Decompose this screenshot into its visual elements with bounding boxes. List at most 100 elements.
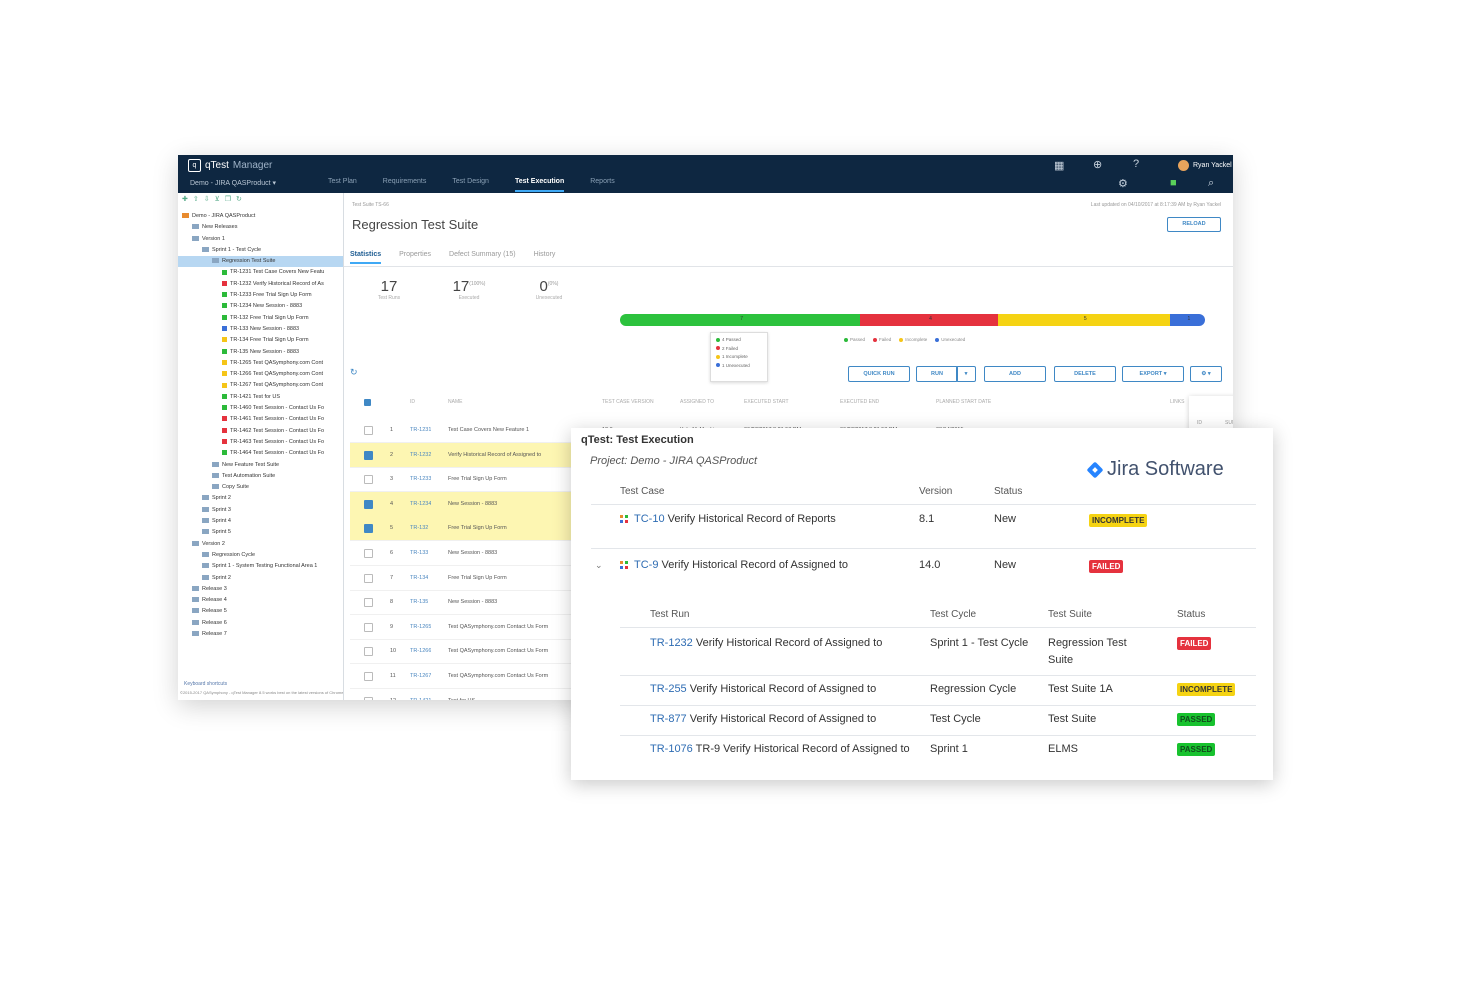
notification-icon[interactable]: ■	[1170, 177, 1177, 189]
test-cycle-link[interactable]: Sprint 1 - Test Cycle	[930, 635, 1030, 652]
tree-node[interactable]: Regression Test Suite	[178, 256, 343, 268]
tree-node[interactable]: Demo - JIRA QASProduct	[178, 211, 343, 222]
test-run-id-link[interactable]: TR-1076	[650, 743, 693, 755]
tree-node[interactable]: Sprint 1 - System Testing Functional Are…	[178, 561, 343, 572]
row-checkbox[interactable]	[364, 475, 373, 485]
column-header[interactable]: NAME	[448, 399, 462, 405]
column-header[interactable]: EXECUTED START	[744, 399, 789, 405]
toolbar-button-5[interactable]: EXPORT ▾	[1122, 366, 1184, 382]
row-id-link[interactable]: TR-132	[410, 525, 428, 531]
row-id-link[interactable]: TR-1231	[410, 427, 431, 433]
nav-item-test-design[interactable]: Test Design	[452, 178, 489, 192]
user-menu[interactable]: Ryan Yackel	[1178, 160, 1232, 171]
move-up-icon[interactable]: ⇧	[193, 195, 199, 209]
row-checkbox[interactable]	[364, 450, 373, 460]
toolbar-button-6[interactable]: ⚙ ▾	[1190, 366, 1222, 382]
toolbar-button-1[interactable]: RUN	[916, 366, 958, 382]
refresh-icon[interactable]: ↻	[236, 195, 242, 209]
row-id-link[interactable]: TR-1267	[410, 673, 431, 679]
status-distribution-bar[interactable]: 7 4 5 1	[620, 314, 1205, 326]
tree-node[interactable]: Release 3	[178, 584, 343, 595]
tab-defect-summary[interactable]: Defect Summary (15)	[449, 251, 516, 264]
keyboard-shortcuts-link[interactable]: Keyboard shortcuts	[178, 678, 343, 690]
select-all-checkbox[interactable]	[364, 399, 371, 406]
status-bar-segment[interactable]: 7	[620, 314, 861, 326]
tree-node[interactable]: Copy Suite	[178, 482, 343, 493]
tree-node[interactable]: TR-1233 Free Trial Sign Up Form	[178, 290, 343, 301]
nav-item-reports[interactable]: Reports	[590, 178, 615, 192]
row-id-link[interactable]: TR-134	[410, 575, 428, 581]
test-case-id-link[interactable]: TC-10	[634, 513, 665, 525]
help-icon[interactable]: ?	[1133, 158, 1139, 170]
tree-node[interactable]: TR-1460 Test Session - Contact Us Fo	[178, 403, 343, 414]
tree-node[interactable]: TR-1464 Test Session - Contact Us Fo	[178, 448, 343, 459]
row-id-link[interactable]: TR-1233	[410, 476, 431, 482]
download-icon[interactable]: ⊕	[1093, 158, 1102, 171]
copy-icon[interactable]: ❐	[225, 195, 231, 209]
row-checkbox[interactable]	[364, 499, 373, 509]
row-checkbox[interactable]	[364, 622, 373, 632]
tree-node[interactable]: TR-132 Free Trial Sign Up Form	[178, 313, 343, 324]
project-selector[interactable]: Demo - JIRA QASProduct ▾	[190, 179, 276, 187]
row-id-link[interactable]: TR-1232	[410, 452, 431, 458]
toolbar-button-4[interactable]: DELETE	[1054, 366, 1116, 382]
tree-node[interactable]: TR-135 New Session - 8883	[178, 347, 343, 358]
move-down-icon[interactable]: ⇩	[204, 195, 210, 209]
tree-node[interactable]: Release 4	[178, 595, 343, 606]
tree-node[interactable]: TR-1266 Test QASymphony.com Cont	[178, 369, 343, 380]
tree-node[interactable]: TR-1265 Test QASymphony.com Cont	[178, 358, 343, 369]
tree-node[interactable]: TR-1461 Test Session - Contact Us Fo	[178, 414, 343, 425]
tree-node[interactable]: Release 6	[178, 618, 343, 629]
tab-statistics[interactable]: Statistics	[350, 251, 382, 264]
column-header[interactable]: TEST CASE VERSION	[602, 399, 654, 405]
row-id-link[interactable]: TR-1421	[410, 698, 431, 700]
nav-item-requirements[interactable]: Requirements	[383, 178, 427, 192]
test-run-id-link[interactable]: TR-1232	[650, 637, 693, 649]
chevron-down-icon[interactable]: ⌄	[595, 560, 603, 571]
nav-item-test-plan[interactable]: Test Plan	[328, 178, 357, 192]
column-header[interactable]: ID	[410, 399, 415, 405]
column-header[interactable]: ASSIGNED TO	[680, 399, 714, 405]
tree-node[interactable]: Test Automation Suite	[178, 471, 343, 482]
tree-node[interactable]: TR-134 Free Trial Sign Up Form	[178, 335, 343, 346]
tree-node[interactable]: Version 2	[178, 539, 343, 550]
tree-node[interactable]: TR-1463 Test Session - Contact Us Fo	[178, 437, 343, 448]
tab-properties[interactable]: Properties	[399, 251, 431, 264]
test-suite-link[interactable]: Test Suite 1A	[1048, 681, 1148, 698]
filter-icon[interactable]: ⊻	[215, 195, 220, 209]
gear-icon[interactable]: ⚙	[1118, 177, 1128, 190]
row-id-link[interactable]: TR-135	[410, 599, 428, 605]
tree-node[interactable]: TR-1267 Test QASymphony.com Cont	[178, 380, 343, 391]
status-bar-segment[interactable]: 1	[1169, 314, 1205, 326]
test-suite-link[interactable]: Test Suite	[1048, 711, 1148, 728]
tree-node[interactable]: TR-1421 Test for US	[178, 392, 343, 403]
row-checkbox[interactable]	[364, 672, 373, 681]
tree-node[interactable]: Regression Cycle	[178, 550, 343, 561]
tree-node[interactable]: Sprint 2	[178, 573, 343, 584]
test-cycle-link[interactable]: Sprint 1	[930, 741, 1030, 758]
new-icon[interactable]: ✚	[182, 195, 188, 209]
test-case-id-link[interactable]: TC-9	[634, 559, 658, 571]
reload-button[interactable]: RELOAD	[1167, 217, 1221, 232]
toolbar-button-0[interactable]: QUICK RUN	[848, 366, 910, 382]
tab-history[interactable]: History	[534, 251, 556, 264]
toolbar-button-2[interactable]: ▾	[956, 366, 976, 382]
tree-node[interactable]: Sprint 2	[178, 493, 343, 504]
tree-node[interactable]: TR-1231 Test Case Covers New Featu	[178, 267, 343, 278]
apps-grid-icon[interactable]: ▦	[1054, 159, 1064, 172]
tree-node[interactable]: TR-1462 Test Session - Contact Us Fo	[178, 426, 343, 437]
status-bar-segment[interactable]: 5	[997, 314, 1170, 326]
tree-node[interactable]: TR-133 New Session - 8883	[178, 324, 343, 335]
test-run-id-link[interactable]: TR-877	[650, 713, 687, 725]
row-id-link[interactable]: TR-133	[410, 550, 428, 556]
test-suite-link[interactable]: ELMS	[1048, 741, 1148, 758]
row-checkbox[interactable]	[364, 696, 373, 700]
row-id-link[interactable]: TR-1234	[410, 501, 431, 507]
tree-node[interactable]: TR-1234 New Session - 8883	[178, 301, 343, 312]
column-header[interactable]: LINKS	[1170, 399, 1184, 405]
status-bar-segment[interactable]: 4	[860, 314, 998, 326]
row-checkbox[interactable]	[364, 573, 373, 583]
test-suite-link[interactable]: Regression Test Suite	[1048, 635, 1148, 669]
row-checkbox[interactable]	[364, 524, 373, 534]
search-icon[interactable]: ⌕	[1208, 177, 1214, 190]
